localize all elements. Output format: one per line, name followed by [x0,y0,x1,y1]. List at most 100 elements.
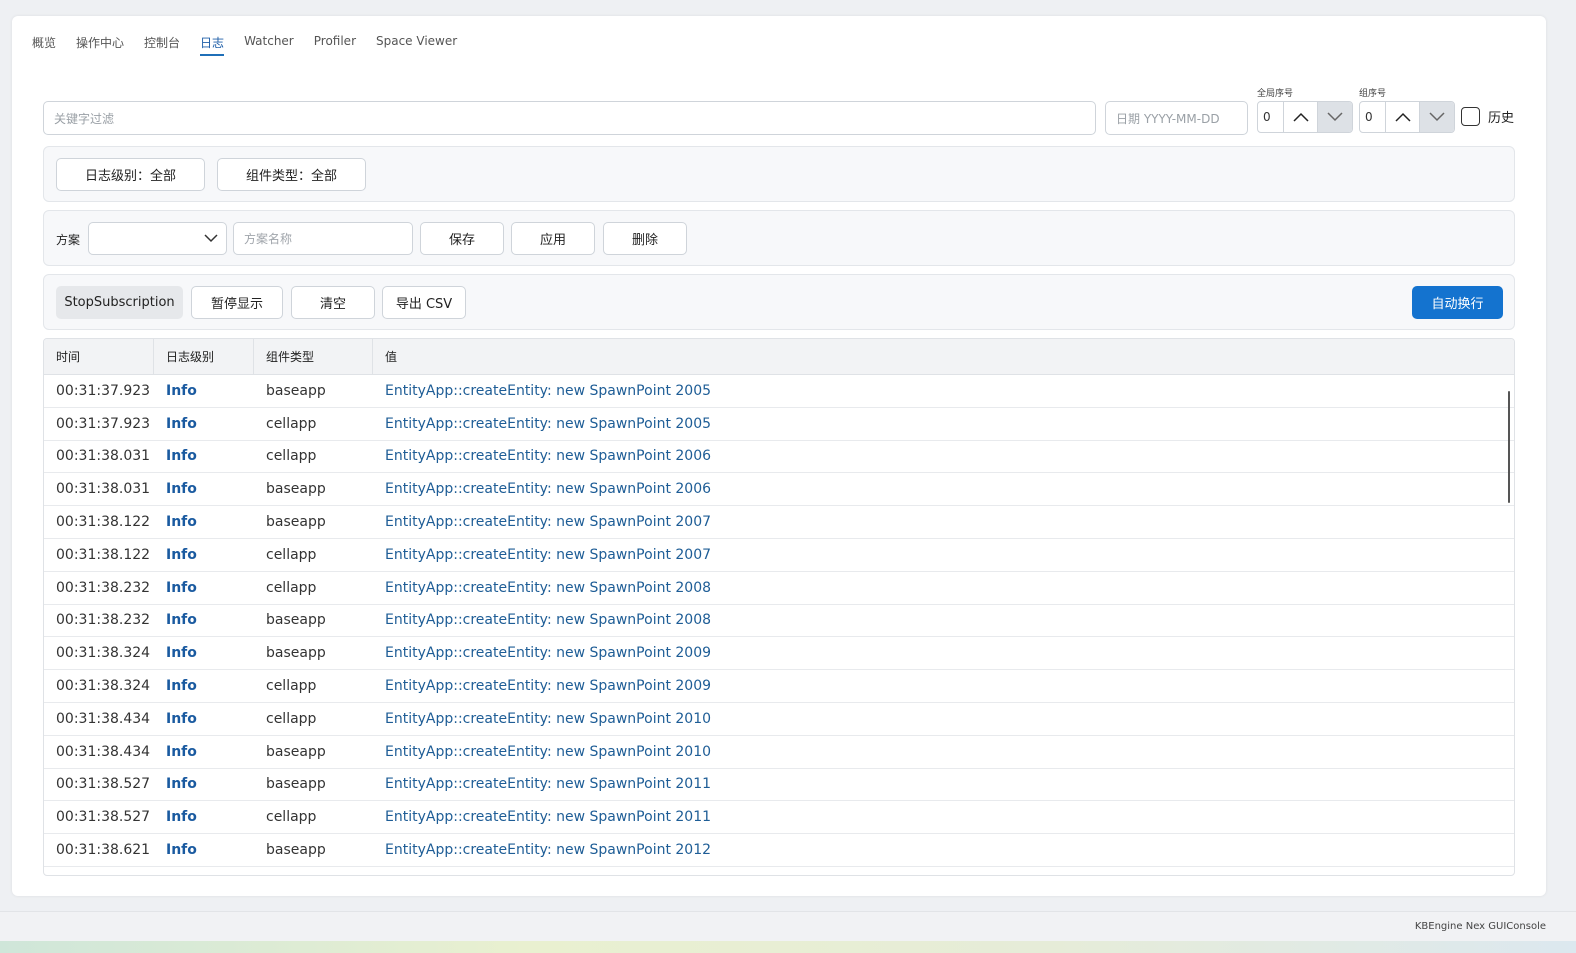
tab-operation-center[interactable]: 操作中心 [66,30,134,56]
table-row[interactable]: 00:31:38.621 Info baseapp EntityApp::create… [44,834,1514,867]
scheme-panel: 方案 方案名称 保存 应用 删除 [43,210,1515,266]
table-scrollbar[interactable] [1508,391,1510,503]
header-value[interactable]: 值 [373,339,1514,374]
table-row[interactable]: 00:31:37.923 Info cellapp EntityApp::create… [44,408,1514,441]
date-input[interactable]: 日期 YYYY-MM-DD [1105,101,1248,135]
chevron-up-icon [1292,112,1309,122]
stop-subscription-button[interactable]: StopSubscription [56,286,183,319]
clear-button[interactable]: 清空 [291,286,375,319]
cell-message: EntityApp::createEntity: new SpawnPoint … [385,546,712,563]
cell-component: baseapp [266,645,326,662]
table-row[interactable]: 00:31:38.122 Info baseapp EntityApp::create… [44,506,1514,539]
keyword-filter-input[interactable]: 关键字过滤 [43,101,1096,135]
cell-level: Info [166,743,197,760]
global-seq-value[interactable]: 0 [1258,102,1284,132]
tab-console[interactable]: 控制台 [134,30,190,56]
auto-wrap-button[interactable]: 自动换行 [1412,286,1503,319]
tab-profiler[interactable]: Profiler [304,30,366,56]
global-seq-stepper[interactable]: 0 [1257,101,1353,133]
history-toggle[interactable]: 历史 [1461,107,1514,126]
cell-level: Info [166,710,197,727]
cell-level: Info [166,612,197,629]
table-header: 时间 日志级别 组件类型 值 [44,339,1514,375]
group-seq-increment-button[interactable] [1386,102,1420,132]
header-component-type[interactable]: 组件类型 [254,339,373,374]
scheme-label: 方案 [56,233,81,247]
apply-button[interactable]: 应用 [511,222,595,255]
cell-message: EntityApp::createEntity: new SpawnPoint … [385,415,712,432]
header-log-level[interactable]: 日志级别 [154,339,254,374]
cell-message: EntityApp::createEntity: new SpawnPoint … [385,448,712,465]
table-row[interactable]: 00:31:38.232 Info baseapp EntityApp::create… [44,605,1514,638]
global-seq-decrement-button[interactable] [1318,102,1352,132]
cell-time: 00:31:37.923 [56,382,151,399]
cell-component: baseapp [266,743,326,760]
cell-component: baseapp [266,481,326,498]
cell-component: baseapp [266,776,326,793]
table-row[interactable]: 00:31:38.232 Info cellapp EntityApp::create… [44,572,1514,605]
cell-time: 00:31:38.232 [56,612,151,629]
save-button[interactable]: 保存 [420,222,504,255]
log-level-dropdown[interactable]: 日志级别：全部 [56,158,205,191]
group-seq-value[interactable]: 0 [1360,102,1386,132]
chevron-down-icon [1327,112,1343,122]
table-row[interactable]: 00:31:38.527 Info cellapp EntityApp::create… [44,801,1514,835]
cell-time: 00:31:38.031 [56,481,151,498]
cell-component: cellapp [266,579,317,596]
cell-time: 00:31:38.434 [56,743,151,760]
cell-level: Info [166,382,197,399]
status-bar: KBEngine Nex GUIConsole [0,911,1576,941]
action-panel: StopSubscription 暂停显示 清空 导出 CSV 自动换行 [43,274,1515,330]
component-type-dropdown[interactable]: 组件类型：全部 [217,158,366,191]
group-seq-decrement-button[interactable] [1420,102,1454,132]
cell-message: EntityApp::createEntity: new SpawnPoint … [385,579,712,596]
table-row[interactable]: 00:31:38.324 Info baseapp EntityApp::create… [44,637,1514,671]
scheme-name-input[interactable]: 方案名称 [233,222,413,255]
tab-space-viewer[interactable]: Space Viewer [366,30,467,56]
delete-button[interactable]: 删除 [603,222,687,255]
cell-message: EntityApp::createEntity: new SpawnPoint … [385,710,712,727]
cell-message: EntityApp::createEntity: new SpawnPoint … [385,743,712,760]
cell-level: Info [166,415,197,432]
table-row[interactable]: 00:31:38.434 Info cellapp EntityApp::create… [44,703,1514,736]
cell-component: cellapp [266,415,317,432]
cell-level: Info [166,514,197,531]
cell-message: EntityApp::createEntity: new SpawnPoint … [385,645,712,662]
cell-level: Info [166,842,197,859]
history-label: 历史 [1488,111,1515,126]
scheme-select[interactable] [88,222,227,255]
cell-time: 00:31:38.122 [56,514,151,531]
taskbar-strip [0,941,1576,953]
table-row[interactable]: 00:31:38.527 Info baseapp EntityApp::create… [44,769,1514,802]
tab-logs[interactable]: 日志 [190,30,234,56]
table-row[interactable]: 00:31:38.031 Info cellapp EntityApp::create… [44,441,1514,474]
cell-time: 00:31:38.232 [56,579,151,596]
cell-time: 00:31:38.031 [56,448,151,465]
tab-overview[interactable]: 概览 [22,30,66,56]
group-seq-stepper[interactable]: 0 [1359,101,1455,133]
cell-component: cellapp [266,448,317,465]
chevron-down-icon [204,234,218,243]
cell-component: cellapp [266,546,317,563]
cell-component: cellapp [266,710,317,727]
table-row[interactable]: 00:31:38.031 Info baseapp EntityApp::create… [44,473,1514,507]
cell-level: Info [166,481,197,498]
global-seq-increment-button[interactable] [1284,102,1318,132]
table-row[interactable]: 00:31:38.434 Info baseapp EntityApp::create… [44,736,1514,769]
cell-message: EntityApp::createEntity: new SpawnPoint … [385,481,712,498]
table-row[interactable]: 00:31:37.923 Info baseapp EntityApp::create… [44,375,1514,408]
table-row[interactable]: 00:31:38.324 Info cellapp EntityApp::create… [44,670,1514,703]
cell-level: Info [166,678,197,695]
cell-level: Info [166,579,197,596]
export-csv-button[interactable]: 导出 CSV [382,286,466,319]
cell-time: 00:31:38.527 [56,809,151,826]
cell-time: 00:31:38.122 [56,546,151,563]
cell-time: 00:31:38.434 [56,710,151,727]
pause-display-button[interactable]: 暂停显示 [191,286,283,319]
cell-level: Info [166,645,197,662]
tab-watcher[interactable]: Watcher [234,30,304,56]
header-time[interactable]: 时间 [44,339,154,374]
table-row[interactable]: 00:31:38.122 Info cellapp EntityApp::create… [44,539,1514,572]
level-filter-panel: 日志级别：全部 组件类型：全部 [43,146,1515,202]
history-checkbox[interactable] [1461,107,1480,126]
